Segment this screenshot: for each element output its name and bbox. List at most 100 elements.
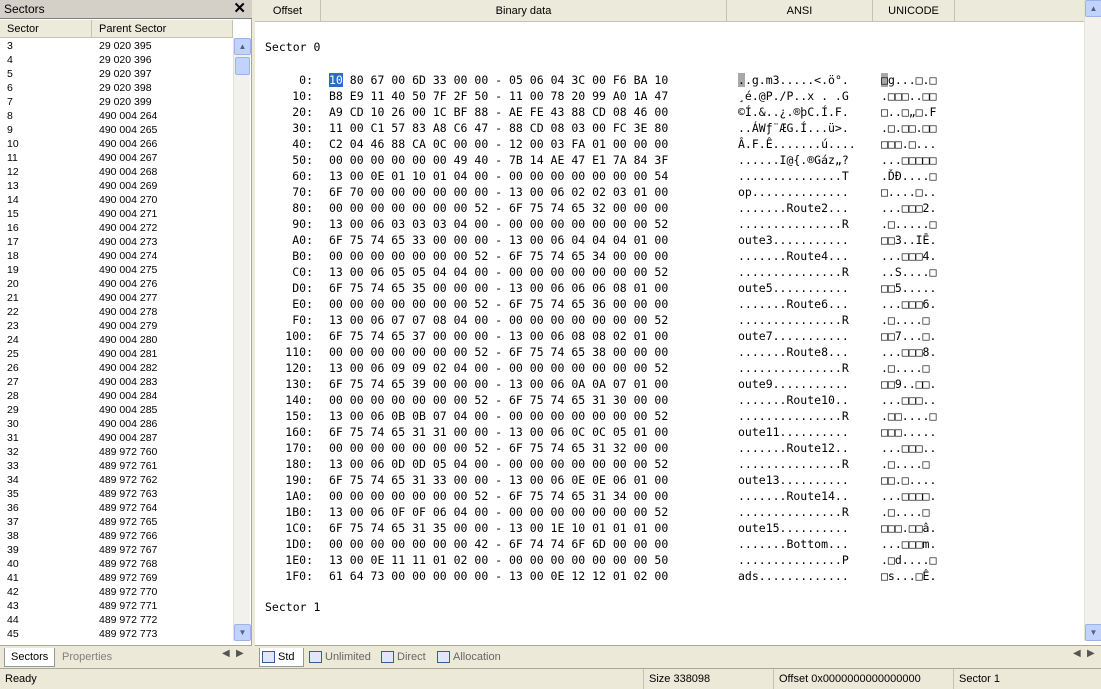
table-row[interactable]: 16 490 004 272	[0, 221, 233, 235]
status-offset: Offset 0x0000000000000000	[773, 669, 953, 689]
unicode-text: ...□□□2.	[881, 201, 937, 215]
column-header-ansi[interactable]: ANSI	[727, 0, 873, 22]
table-row[interactable]: 38 489 972 766	[0, 529, 233, 543]
hex-offset: 1E0:	[285, 553, 313, 567]
tab-scroll-right-icon[interactable]: ▶	[236, 648, 244, 659]
scroll-up-icon[interactable]: ▲	[1085, 0, 1101, 17]
table-row[interactable]: 37 489 972 765	[0, 515, 233, 529]
close-icon[interactable]: ✕	[233, 0, 246, 18]
table-row[interactable]: 42 489 972 770	[0, 585, 233, 599]
table-row[interactable]: 22 490 004 278	[0, 305, 233, 319]
parent-sector-number: 490 004 286	[99, 418, 158, 430]
table-row[interactable]: 40 489 972 768	[0, 557, 233, 571]
sector-1-label: Sector 1	[265, 600, 321, 614]
table-row[interactable]: 8 490 004 264	[0, 109, 233, 123]
sectors-panel-tabs: Sectors Properties ◀ ▶	[0, 645, 252, 668]
table-row[interactable]: 45 489 972 773	[0, 627, 233, 641]
table-row[interactable]: 23 490 004 279	[0, 319, 233, 333]
table-row[interactable]: 13 490 004 269	[0, 179, 233, 193]
table-row[interactable]: 15 490 004 271	[0, 207, 233, 221]
table-row[interactable]: 19 490 004 275	[0, 263, 233, 277]
table-row[interactable]: 43 489 972 771	[0, 599, 233, 613]
parent-sector-number: 490 004 267	[99, 152, 158, 164]
unicode-text: □□□.□□â.	[881, 521, 937, 535]
parent-sector-number: 29 020 398	[99, 82, 152, 94]
hex-bytes: 6F 75 74 65 35 00 00 00 - 13 00 06 06 06…	[329, 281, 669, 295]
hex-view-body[interactable]: Sector 0 0: 10 80 67 00 6D 33 00 00 - 05 …	[255, 23, 1084, 641]
hex-bytes: 11 00 C1 57 83 A8 C6 47 - 88 CD 08 03 00…	[329, 121, 669, 135]
table-row[interactable]: 14 490 004 270	[0, 193, 233, 207]
scroll-down-icon[interactable]: ▼	[234, 624, 251, 641]
column-header-offset[interactable]: Offset	[255, 0, 321, 22]
parent-sector-number: 490 004 278	[99, 306, 158, 318]
sector-0-label: Sector 0	[265, 40, 321, 54]
table-row[interactable]: 24 490 004 280	[0, 333, 233, 347]
hex-bytes: 6F 75 74 65 33 00 00 00 - 13 00 06 04 04…	[329, 233, 669, 247]
table-row[interactable]: 31 490 004 287	[0, 431, 233, 445]
tab-scroll-right-icon[interactable]: ▶	[1087, 648, 1095, 659]
hex-bytes: 13 00 06 07 07 08 04 00 - 00 00 00 00 00…	[329, 313, 669, 327]
table-row[interactable]: 4 29 020 396	[0, 53, 233, 67]
table-row[interactable]: 11 490 004 267	[0, 151, 233, 165]
table-row[interactable]: 9 490 004 265	[0, 123, 233, 137]
document-icon	[309, 651, 322, 663]
table-row[interactable]: 29 490 004 285	[0, 403, 233, 417]
ansi-text: .......Route12..	[738, 441, 849, 455]
table-row[interactable]: 25 490 004 281	[0, 347, 233, 361]
column-header-sector[interactable]: Sector	[0, 20, 92, 38]
hex-offset: B0:	[292, 249, 313, 263]
ansi-text: .......Route6...	[738, 297, 849, 311]
table-row[interactable]: 35 489 972 763	[0, 487, 233, 501]
selected-unicode-char: □	[881, 73, 888, 87]
unicode-text: □□7...□.	[881, 329, 937, 343]
table-row[interactable]: 44 489 972 772	[0, 613, 233, 627]
table-row[interactable]: 12 490 004 268	[0, 165, 233, 179]
hex-bytes: 13 00 06 0B 0B 07 04 00 - 00 00 00 00 00…	[329, 409, 669, 423]
table-row[interactable]: 32 489 972 760	[0, 445, 233, 459]
table-row[interactable]: 39 489 972 767	[0, 543, 233, 557]
scroll-down-icon[interactable]: ▼	[1085, 624, 1101, 641]
table-row[interactable]: 17 490 004 273	[0, 235, 233, 249]
tab-unlimited[interactable]: Unlimited	[307, 648, 371, 667]
hex-offset: F0:	[292, 313, 313, 327]
tab-scroll-left-icon[interactable]: ◀	[1073, 648, 1081, 659]
table-row[interactable]: 5 29 020 397	[0, 67, 233, 81]
scroll-thumb[interactable]	[235, 57, 250, 75]
unicode-text: .ĎĐ....□	[881, 169, 937, 183]
table-row[interactable]: 33 489 972 761	[0, 459, 233, 473]
tab-allocation[interactable]: Allocation	[435, 648, 501, 667]
tab-scroll-left-icon[interactable]: ◀	[222, 648, 230, 659]
column-header-binary-data[interactable]: Binary data	[321, 0, 727, 22]
table-row[interactable]: 18 490 004 274	[0, 249, 233, 263]
column-header-parent-sector[interactable]: Parent Sector	[92, 20, 233, 38]
table-row[interactable]: 41 489 972 769	[0, 571, 233, 585]
table-row[interactable]: 10 490 004 266	[0, 137, 233, 151]
table-row[interactable]: 30 490 004 286	[0, 417, 233, 431]
scroll-up-icon[interactable]: ▲	[234, 38, 251, 55]
parent-sector-number: 489 972 763	[99, 488, 158, 500]
table-row[interactable]: 6 29 020 398	[0, 81, 233, 95]
table-row[interactable]: 27 490 004 283	[0, 375, 233, 389]
table-row[interactable]: 21 490 004 277	[0, 291, 233, 305]
unicode-text: .□.....□	[881, 217, 937, 231]
hex-vertical-scrollbar[interactable]: ▲ ▼	[1084, 0, 1101, 641]
table-row[interactable]: 26 490 004 282	[0, 361, 233, 375]
sectors-vertical-scrollbar[interactable]: ▲ ▼	[233, 38, 251, 641]
parent-sector-number: 29 020 397	[99, 68, 152, 80]
ansi-text: ...............T	[738, 169, 849, 183]
sector-number: 37	[7, 516, 19, 528]
status-bar: Ready Size 338098 Offset 0x0000000000000…	[0, 668, 1101, 689]
tab-direct[interactable]: Direct	[379, 648, 426, 667]
table-row[interactable]: 34 489 972 762	[0, 473, 233, 487]
table-row[interactable]: 3 29 020 395	[0, 39, 233, 53]
tab-properties[interactable]: Properties	[56, 648, 118, 667]
table-row[interactable]: 36 489 972 764	[0, 501, 233, 515]
table-row[interactable]: 28 490 004 284	[0, 389, 233, 403]
column-header-unicode[interactable]: UNICODE	[873, 0, 955, 22]
tab-std[interactable]: Std	[259, 648, 304, 667]
tab-sectors[interactable]: Sectors	[4, 648, 56, 667]
hex-offset: 1A0:	[285, 489, 313, 503]
table-row[interactable]: 20 490 004 276	[0, 277, 233, 291]
hex-offset: 1F0:	[285, 569, 313, 583]
table-row[interactable]: 7 29 020 399	[0, 95, 233, 109]
